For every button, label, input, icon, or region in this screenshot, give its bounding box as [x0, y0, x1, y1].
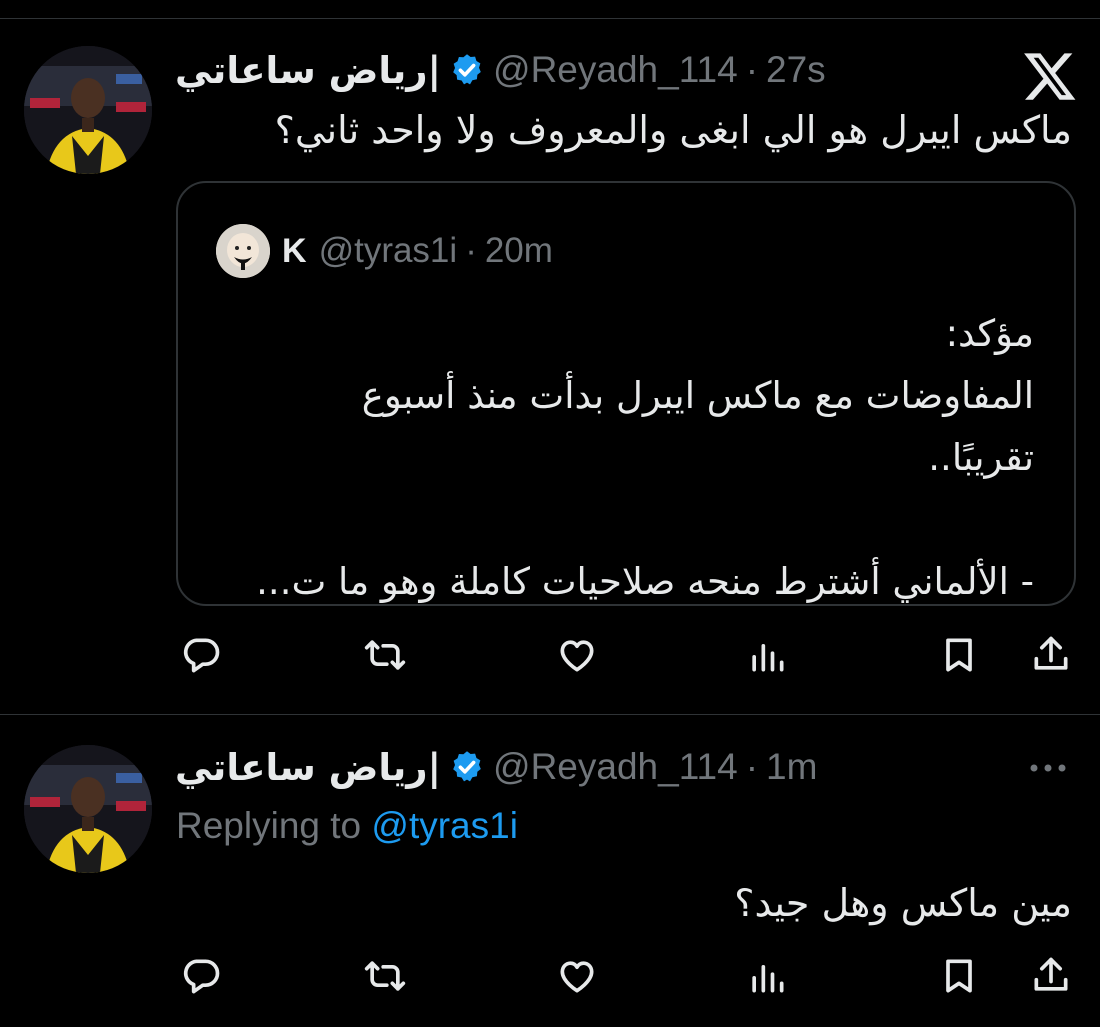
display-name[interactable]: رياض ساعاتي| [175, 746, 441, 789]
user-handle[interactable]: @Reyadh_114 [493, 49, 738, 91]
bookmark-icon [946, 638, 972, 672]
quote-header: K @tyras1i · 20m [216, 223, 553, 279]
timestamp[interactable]: 1m [766, 746, 817, 788]
quote-line: تقريبًا.. [928, 436, 1034, 479]
views-button[interactable] [742, 630, 792, 680]
quote-avatar[interactable] [216, 224, 270, 278]
user-avatar[interactable] [24, 745, 152, 873]
heart-icon [560, 961, 594, 993]
user-avatar[interactable] [24, 46, 152, 174]
quote-line: - الألماني أشترط منحه صلاحيات كاملة وهو … [256, 560, 1034, 603]
bookmark-button[interactable] [934, 951, 984, 1001]
quote-line: المفاوضات مع ماكس ايبرل بدأت منذ أسبوع [361, 374, 1034, 417]
tweet-header: رياض ساعاتي| @Reyadh_114 · 27s [175, 40, 826, 100]
reply-button[interactable] [176, 951, 226, 1001]
retweet-button[interactable] [360, 630, 410, 680]
top-divider [0, 0, 1100, 19]
more-dots-icon[interactable] [1026, 761, 1070, 775]
reply-button[interactable] [176, 630, 226, 680]
separator-dot: · [745, 49, 759, 90]
quoted-tweet[interactable]: K @tyras1i · 20m مؤكد: المفاوضات مع ماكس… [176, 181, 1076, 606]
x-logo-icon[interactable] [1022, 48, 1078, 104]
user-handle[interactable]: @Reyadh_114 [493, 746, 738, 788]
heart-icon [560, 640, 594, 672]
replying-to: Replying to @tyras1i [176, 805, 518, 847]
like-button[interactable] [552, 951, 602, 1001]
quote-avatar-image [216, 224, 270, 278]
tweet-text: مين ماكس وهل جيد؟ [734, 881, 1072, 925]
action-bar [176, 630, 1076, 680]
tweet-2[interactable]: رياض ساعاتي| @Reyadh_114 · 1m Replying t… [0, 715, 1100, 1027]
tweet-text: ماكس ايبرل هو الي ابغى والمعروف ولا واحد… [274, 108, 1072, 152]
bookmark-button[interactable] [934, 630, 984, 680]
speech-bubble-icon [183, 959, 220, 994]
quote-line [214, 489, 1034, 551]
quote-line: مؤكد: [945, 312, 1034, 355]
tweet-1[interactable]: رياض ساعاتي| @Reyadh_114 · 27s ماكس ايبر… [0, 18, 1100, 715]
quote-timestamp[interactable]: 20m [485, 231, 553, 271]
separator-dot: · [745, 746, 759, 787]
share-button[interactable] [1026, 951, 1076, 1001]
separator-dot: · [465, 231, 477, 270]
like-button[interactable] [552, 630, 602, 680]
bar-chart-icon [752, 644, 784, 672]
avatar-image [24, 46, 152, 174]
share-icon [1034, 957, 1068, 991]
timestamp[interactable]: 27s [766, 49, 826, 91]
quote-user-handle[interactable]: @tyras1i [319, 231, 458, 271]
verified-badge-icon [453, 751, 481, 782]
action-bar [176, 951, 1076, 1001]
bar-chart-icon [752, 965, 784, 993]
quote-text: مؤكد: المفاوضات مع ماكس ايبرل بدأت منذ أ… [214, 303, 1034, 613]
bookmark-icon [946, 959, 972, 993]
replying-mention-link[interactable]: @tyras1i [371, 805, 518, 846]
replying-prefix: Replying to [176, 805, 362, 846]
share-button[interactable] [1026, 630, 1076, 680]
display-name[interactable]: رياض ساعاتي| [175, 49, 441, 92]
retweet-icon [364, 961, 406, 991]
retweet-icon [364, 640, 406, 670]
quote-display-name[interactable]: K [282, 232, 307, 271]
retweet-button[interactable] [360, 951, 410, 1001]
views-button[interactable] [742, 951, 792, 1001]
avatar-image [24, 745, 152, 873]
tweet-header: رياض ساعاتي| @Reyadh_114 · 1m [175, 737, 817, 797]
share-icon [1034, 636, 1068, 670]
speech-bubble-icon [183, 638, 220, 673]
verified-badge-icon [453, 54, 481, 85]
